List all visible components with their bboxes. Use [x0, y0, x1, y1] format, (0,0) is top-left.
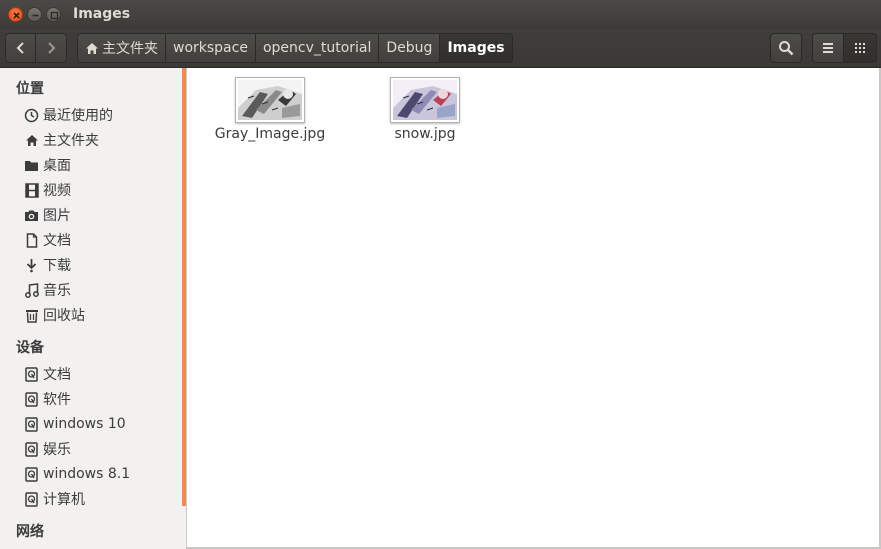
- sidebar-item-label: 桌面: [43, 158, 71, 174]
- music-icon: [24, 282, 39, 298]
- minimize-icon: [32, 14, 39, 17]
- sidebar-item-pictures[interactable]: 图片: [24, 204, 71, 226]
- title-bar: Images: [0, 0, 881, 29]
- home-icon: [24, 133, 39, 148]
- breadcrumb-label: Images: [447, 40, 505, 56]
- sidebar-device-windows-10[interactable]: windows 10: [24, 413, 126, 435]
- breadcrumb-workspace[interactable]: workspace: [166, 34, 256, 62]
- file-view[interactable]: Gray_Image.jpg snow.jpg: [187, 68, 879, 547]
- path-bar: 主文件夹 workspace opencv_tutorial Debug Ima…: [77, 33, 513, 63]
- grid-icon: [855, 43, 865, 53]
- sidebar-item-label: 文档: [43, 367, 71, 383]
- drive-icon: [24, 466, 39, 482]
- sidebar-item-music[interactable]: 音乐: [24, 279, 71, 301]
- sidebar-device-windows-8-1[interactable]: windows 8.1: [24, 463, 130, 485]
- color-image-thumbnail: [390, 77, 460, 123]
- breadcrumb-label: Debug: [386, 40, 433, 56]
- sidebar-item-downloads[interactable]: 下载: [24, 254, 71, 276]
- chevron-left-icon: [16, 42, 24, 54]
- sidebar-item-label: 娱乐: [43, 442, 71, 458]
- breadcrumb-label: 主文件夹: [102, 41, 158, 57]
- download-icon: [24, 258, 39, 273]
- list-view-button[interactable]: [812, 33, 844, 63]
- sidebar-item-label: 回收站: [43, 308, 85, 324]
- file-item-snow[interactable]: snow.jpg: [360, 77, 490, 142]
- sidebar-item-label: 视频: [43, 183, 71, 199]
- breadcrumb-opencv-tutorial[interactable]: opencv_tutorial: [255, 34, 380, 62]
- sidebar-device-entertainment[interactable]: 娱乐: [24, 438, 71, 460]
- camera-icon: [24, 208, 39, 223]
- forward-button[interactable]: [35, 33, 67, 63]
- close-window-button[interactable]: [8, 7, 23, 22]
- chevron-right-icon: [48, 42, 56, 54]
- breadcrumb-label: opencv_tutorial: [262, 40, 372, 56]
- trash-icon: [24, 308, 39, 323]
- drive-icon: [24, 441, 39, 457]
- folder-icon: [24, 158, 39, 173]
- sidebar-item-videos[interactable]: 视频: [24, 179, 71, 201]
- search-button[interactable]: [770, 33, 802, 63]
- sidebar: 位置 最近使用的 主文件夹 桌面 视频 图片 文档 下载 音乐 回收站 设备 文…: [0, 68, 182, 549]
- toolbar: 主文件夹 workspace opencv_tutorial Debug Ima…: [0, 29, 881, 68]
- drive-icon: [24, 391, 39, 407]
- sidebar-item-home[interactable]: 主文件夹: [24, 129, 99, 151]
- sidebar-item-recent[interactable]: 最近使用的: [24, 104, 113, 126]
- back-button[interactable]: [5, 33, 36, 63]
- close-icon: [13, 12, 20, 19]
- breadcrumb-images[interactable]: Images: [440, 34, 512, 62]
- sidebar-item-label: 计算机: [43, 492, 85, 508]
- file-name: snow.jpg: [394, 126, 456, 142]
- drive-icon: [24, 416, 39, 432]
- drive-icon: [24, 491, 39, 507]
- sidebar-item-desktop[interactable]: 桌面: [24, 154, 71, 176]
- network-header: 网络: [16, 524, 44, 540]
- drive-icon: [24, 366, 39, 382]
- breadcrumb-label: workspace: [173, 40, 248, 56]
- home-icon: [86, 42, 98, 54]
- sidebar-item-trash[interactable]: 回收站: [24, 304, 85, 326]
- file-manager-window: Images 主文件夹 workspace opencv_tutorial De…: [0, 0, 881, 549]
- sidebar-device-documents[interactable]: 文档: [24, 363, 71, 385]
- sidebar-item-label: 文档: [43, 233, 71, 249]
- file-item-gray-image[interactable]: Gray_Image.jpg: [205, 77, 335, 142]
- sidebar-item-label: 最近使用的: [43, 108, 113, 124]
- grayscale-image-thumbnail: [235, 77, 305, 123]
- breadcrumb-home[interactable]: 主文件夹: [78, 34, 166, 62]
- sidebar-item-label: 图片: [43, 208, 71, 224]
- list-icon: [823, 43, 833, 53]
- breadcrumb-debug[interactable]: Debug: [379, 34, 441, 62]
- maximize-icon: [50, 11, 59, 20]
- grid-view-button[interactable]: [843, 33, 877, 63]
- search-icon: [779, 41, 794, 56]
- maximize-window-button[interactable]: [46, 7, 61, 22]
- sidebar-item-label: 主文件夹: [43, 133, 99, 149]
- sidebar-item-label: 下载: [43, 258, 71, 274]
- document-icon: [24, 232, 39, 248]
- minimize-window-button[interactable]: [27, 7, 42, 22]
- sidebar-item-documents[interactable]: 文档: [24, 229, 71, 251]
- clock-icon: [24, 108, 39, 123]
- file-name: Gray_Image.jpg: [214, 126, 326, 142]
- places-header: 位置: [16, 81, 44, 97]
- window-title: Images: [73, 6, 131, 22]
- sidebar-item-label: 软件: [43, 392, 71, 408]
- sidebar-device-software[interactable]: 软件: [24, 388, 71, 410]
- sidebar-item-label: 音乐: [43, 283, 71, 299]
- sidebar-item-label: windows 10: [43, 416, 126, 432]
- sidebar-device-computer[interactable]: 计算机: [24, 488, 85, 510]
- sidebar-item-label: windows 8.1: [43, 466, 131, 482]
- film-icon: [24, 182, 39, 198]
- devices-header: 设备: [16, 340, 44, 356]
